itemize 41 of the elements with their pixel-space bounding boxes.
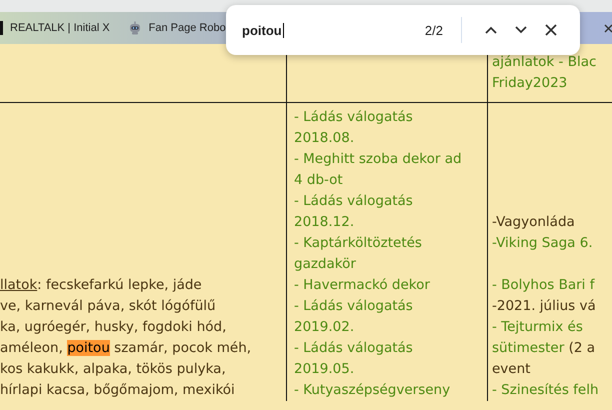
link[interactable]: llatok — [0, 277, 38, 293]
list-line: - Ládás válogatás — [294, 108, 413, 127]
list-line: - Bolyhos Bari f — [492, 276, 594, 295]
tab-title[interactable]: Fan Page Robo — [148, 22, 226, 34]
list-line: - Ládás válogatás — [294, 339, 413, 358]
paragraph-line: llatok: fecskefarkú lepke, jáde — [0, 276, 202, 295]
list-line: - Meghitt szoba dekor ad — [294, 150, 462, 169]
list-line: 2019.02. — [294, 318, 354, 337]
paragraph-line: ve, karnevál páva, skót lógófülű — [0, 297, 216, 316]
paragraph-line: ka, ugróegér, husky, fogdoki hód, — [0, 318, 226, 337]
paragraph-line: améleon, poitou szamár, pocok méh, — [0, 339, 252, 358]
chevron-up-icon[interactable] — [485, 26, 497, 34]
list-line: - Tejturmix és — [492, 318, 583, 337]
list-line: 2018.12. — [294, 213, 354, 232]
paragraph-line: hírlapi kacsa, bőgőmajom, mexikói — [0, 381, 235, 400]
list-line: Friday2023 — [492, 74, 568, 93]
chevron-down-icon[interactable] — [515, 26, 527, 34]
close-icon[interactable] — [604, 24, 612, 33]
list-line: ajánlatok - Blac — [492, 53, 596, 72]
list-line: gazdakör — [294, 255, 356, 274]
list-line: -Vagyonláda — [492, 213, 575, 232]
list-line: 4 db-ot — [294, 171, 343, 190]
robot-icon — [128, 21, 142, 35]
list-line: - Kaptárköltöztetés — [294, 234, 422, 253]
list-line: - Kutyaszépségverseny — [294, 381, 450, 400]
list-line: - Havermackó dekor — [294, 276, 430, 295]
list-line: 2018.08. — [294, 129, 354, 148]
list-line: - Szinesítés felh — [492, 381, 599, 400]
close-icon[interactable] — [545, 24, 557, 36]
list-line: - Ládás válogatás — [294, 297, 413, 316]
list-line: event — [492, 360, 530, 379]
list-line: -2021. július vá — [492, 297, 596, 316]
match-count: 2/2 — [424, 22, 443, 38]
tab-title[interactable]: REALTALK | Initial X — [10, 22, 110, 34]
paragraph-line: kos kakukk, alpaka, tökös pulyka, — [0, 360, 226, 379]
find-field[interactable]: poitou — [242, 15, 425, 45]
list-line: sütimester (2 a — [492, 339, 595, 358]
list-line: -Viking Saga 6. — [492, 234, 593, 253]
favicon-icon — [0, 21, 3, 35]
list-line: - Ládás válogatás — [294, 192, 413, 211]
list-line: 2019.05. — [294, 360, 354, 379]
